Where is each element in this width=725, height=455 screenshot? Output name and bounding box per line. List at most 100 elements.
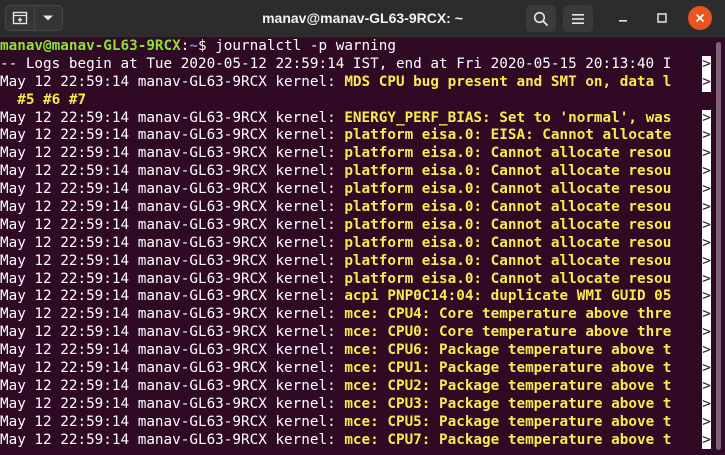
close-button[interactable] (688, 6, 712, 30)
log-message: platform eisa.0: Cannot allocate resou (344, 145, 672, 162)
log-message: platform eisa.0: Cannot allocate resou (344, 216, 672, 233)
scrollbar[interactable] (711, 38, 725, 455)
log-prefix: May 12 22:59:14 manav-GL63-9RCX kernel: (0, 163, 345, 180)
log-line: May 12 22:59:14 manav-GL63-9RCX kernel: … (0, 360, 711, 378)
log-prefix: May 12 22:59:14 manav-GL63-9RCX kernel: (0, 431, 345, 448)
log-prefix: May 12 22:59:14 manav-GL63-9RCX kernel: (0, 109, 345, 126)
prompt-command: journalctl -p warning (215, 38, 396, 54)
truncation-marker: > (702, 360, 711, 378)
log-message: mce: CPU5: Package temperature above t (344, 413, 672, 430)
truncation-marker: > (702, 270, 711, 289)
log-message: mce: CPU4: Core temperature above thre (344, 306, 672, 323)
log-message: mce: CPU3: Package temperature above t (344, 395, 672, 412)
log-prefix: May 12 22:59:14 manav-GL63-9RCX kernel: (0, 413, 345, 430)
log-line: May 12 22:59:14 manav-GL63-9RCX kernel: … (0, 306, 711, 325)
prompt-path: ~ (189, 38, 198, 54)
log-prefix: May 12 22:59:14 manav-GL63-9RCX kernel: (0, 324, 345, 341)
prompt-symbol: $ (197, 38, 207, 54)
truncation-marker: > (702, 181, 711, 200)
log-line: May 12 22:59:14 manav-GL63-9RCX kernel: … (0, 216, 711, 235)
log-message: #5 #6 #7 (0, 91, 87, 108)
log-line: May 12 22:59:14 manav-GL63-9RCX kernel: … (0, 431, 711, 450)
log-line: May 12 22:59:14 manav-GL63-9RCX kernel: … (0, 199, 711, 217)
truncation-marker: > (702, 377, 711, 396)
new-tab-button[interactable] (6, 6, 35, 30)
truncation-marker: > (702, 199, 711, 217)
log-prefix: May 12 22:59:14 manav-GL63-9RCX kernel: (0, 216, 345, 233)
truncation-marker: > (702, 413, 711, 432)
log-message: platform eisa.0: Cannot allocate resou (344, 252, 672, 269)
maximize-icon (657, 13, 667, 23)
search-button[interactable] (526, 5, 556, 32)
new-tab-icon (12, 11, 27, 25)
log-line: May 12 22:59:14 manav-GL63-9RCX kernel: … (0, 288, 711, 307)
log-header: -- Logs begin at Tue 2020-05-12 22:59:14… (0, 55, 711, 74)
log-line: May 12 22:59:14 manav-GL63-9RCX kernel: … (0, 73, 711, 92)
truncation-marker: > (702, 109, 711, 128)
log-message: mce: CPU2: Package temperature above t (344, 377, 672, 394)
log-message: mce: CPU0: Core temperature above thre (344, 324, 672, 341)
truncation-marker: > (702, 306, 711, 325)
title-bar: manav@manav-GL63-9RCX: ~ (0, 0, 725, 38)
truncation-marker: > (702, 252, 711, 271)
log-prefix: May 12 22:59:14 manav-GL63-9RCX kernel: (0, 73, 345, 90)
prompt-line: manav@manav-GL63-9RCX:~$ journalctl -p w… (0, 38, 711, 56)
minimize-icon (619, 20, 627, 22)
log-prefix: May 12 22:59:14 manav-GL63-9RCX kernel: (0, 377, 345, 394)
log-line: May 12 22:59:14 manav-GL63-9RCX kernel: … (0, 109, 711, 128)
truncation-marker: > (702, 163, 711, 182)
truncation-marker: > (702, 288, 711, 307)
log-message: platform eisa.0: Cannot allocate resou (344, 234, 672, 251)
log-message: acpi PNP0C14:04: duplicate WMI GUID 05 (344, 288, 672, 305)
log-line: May 12 22:59:14 manav-GL63-9RCX kernel: … (0, 270, 711, 289)
log-prefix: May 12 22:59:14 manav-GL63-9RCX kernel: (0, 270, 345, 287)
log-message: MDS CPU bug present and SMT on, data l (344, 73, 672, 90)
log-message: platform eisa.0: EISA: Cannot allocate (344, 127, 672, 144)
log-prefix: May 12 22:59:14 manav-GL63-9RCX kernel: (0, 360, 345, 377)
log-prefix: May 12 22:59:14 manav-GL63-9RCX kernel: (0, 395, 345, 412)
scrollbar-thumb[interactable] (716, 42, 721, 450)
log-message: ENERGY_PERF_BIAS: Set to 'normal', was (344, 109, 672, 126)
log-line: May 12 22:59:14 manav-GL63-9RCX kernel: … (0, 413, 711, 432)
new-tab-button-group (5, 5, 63, 31)
log-line: May 12 22:59:14 manav-GL63-9RCX kernel: … (0, 377, 711, 396)
log-prefix: May 12 22:59:14 manav-GL63-9RCX kernel: (0, 252, 345, 269)
log-line: May 12 22:59:14 manav-GL63-9RCX kernel: … (0, 252, 711, 271)
truncation-marker: > (702, 73, 711, 92)
truncation-marker: > (702, 324, 711, 343)
prompt-user-host: manav@manav-GL63-9RCX (0, 38, 181, 54)
log-prefix: May 12 22:59:14 manav-GL63-9RCX kernel: (0, 181, 345, 198)
search-icon (533, 11, 549, 26)
log-prefix: May 12 22:59:14 manav-GL63-9RCX kernel: (0, 306, 345, 323)
log-prefix: May 12 22:59:14 manav-GL63-9RCX kernel: (0, 199, 345, 216)
truncation-marker: > (702, 395, 711, 414)
menu-button[interactable] (563, 5, 593, 32)
log-line: May 12 22:59:14 manav-GL63-9RCX kernel: … (0, 181, 711, 200)
close-icon (695, 13, 705, 23)
log-line: May 12 22:59:14 manav-GL63-9RCX kernel: … (0, 127, 711, 146)
log-message: mce: CPU6: Package temperature above t (344, 342, 672, 359)
log-line: May 12 22:59:14 manav-GL63-9RCX kernel: … (0, 395, 711, 414)
truncation-marker: > (702, 216, 711, 235)
hamburger-menu-icon (572, 13, 584, 24)
maximize-button[interactable] (650, 6, 674, 30)
truncation-marker: > (702, 342, 711, 361)
log-header-text: -- Logs begin at Tue 2020-05-12 22:59:14… (0, 55, 672, 72)
log-message: platform eisa.0: Cannot allocate resou (344, 270, 672, 287)
terminal-output[interactable]: manav@manav-GL63-9RCX:~$ journalctl -p w… (0, 38, 711, 455)
log-line: May 12 22:59:14 manav-GL63-9RCX kernel: … (0, 324, 711, 343)
log-message: mce: CPU7: Package temperature above t (344, 431, 672, 448)
minimize-button[interactable] (611, 6, 635, 30)
log-line: May 12 22:59:14 manav-GL63-9RCX kernel: … (0, 234, 711, 253)
truncation-marker: > (702, 234, 711, 253)
log-line: May 12 22:59:14 manav-GL63-9RCX kernel: … (0, 342, 711, 361)
new-tab-dropdown-button[interactable] (35, 6, 63, 30)
log-line: #5 #6 #7 (0, 92, 711, 110)
log-prefix: May 12 22:59:14 manav-GL63-9RCX kernel: (0, 234, 345, 251)
log-message: platform eisa.0: Cannot allocate resou (344, 181, 672, 198)
log-message: mce: CPU1: Package temperature above t (344, 360, 672, 377)
log-line: May 12 22:59:14 manav-GL63-9RCX kernel: … (0, 163, 711, 182)
truncation-marker: > (702, 431, 711, 450)
log-message: platform eisa.0: Cannot allocate resou (344, 163, 672, 180)
log-prefix: May 12 22:59:14 manav-GL63-9RCX kernel: (0, 145, 345, 162)
